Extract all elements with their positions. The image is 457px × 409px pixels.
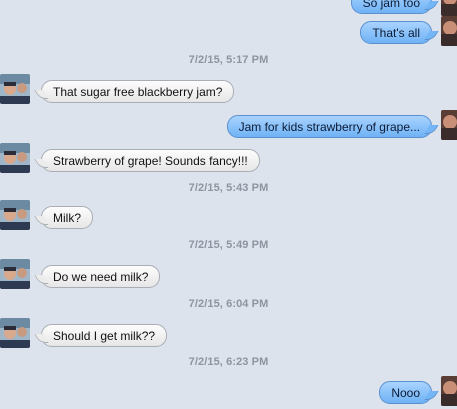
message-thread[interactable]: So jam too That's all 7/2/15, 5:17 PM Th…: [0, 0, 457, 409]
incoming-message-bubble[interactable]: Milk?: [41, 206, 94, 229]
timestamp: 7/2/15, 6:04 PM: [188, 298, 269, 310]
contact-avatar: [0, 259, 30, 289]
sender-avatar: [441, 376, 457, 406]
outgoing-message-bubble[interactable]: That's all: [360, 21, 432, 44]
incoming-message-bubble[interactable]: That sugar free blackberry jam?: [41, 80, 235, 103]
sender-avatar: [441, 110, 457, 140]
contact-avatar: [0, 318, 30, 348]
incoming-message-bubble[interactable]: Should I get milk??: [41, 324, 168, 347]
contact-avatar: [0, 74, 30, 104]
timestamp: 7/2/15, 6:23 PM: [188, 356, 269, 368]
sender-avatar: [441, 0, 457, 16]
contact-avatar: [0, 200, 30, 230]
incoming-message-bubble[interactable]: Do we need milk?: [41, 265, 161, 288]
incoming-message-bubble[interactable]: Strawberry of grape! Sounds fancy!!!: [41, 149, 260, 172]
outgoing-message-bubble[interactable]: So jam too: [350, 0, 432, 14]
timestamp: 7/2/15, 5:49 PM: [188, 239, 269, 251]
sender-avatar: [441, 16, 457, 46]
timestamp: 7/2/15, 5:43 PM: [188, 182, 269, 194]
contact-avatar: [0, 143, 30, 173]
timestamp: 7/2/15, 5:17 PM: [188, 54, 269, 66]
outgoing-message-bubble[interactable]: Jam for kids strawberry of grape...: [226, 115, 432, 138]
outgoing-message-bubble[interactable]: Nooo: [379, 381, 432, 404]
